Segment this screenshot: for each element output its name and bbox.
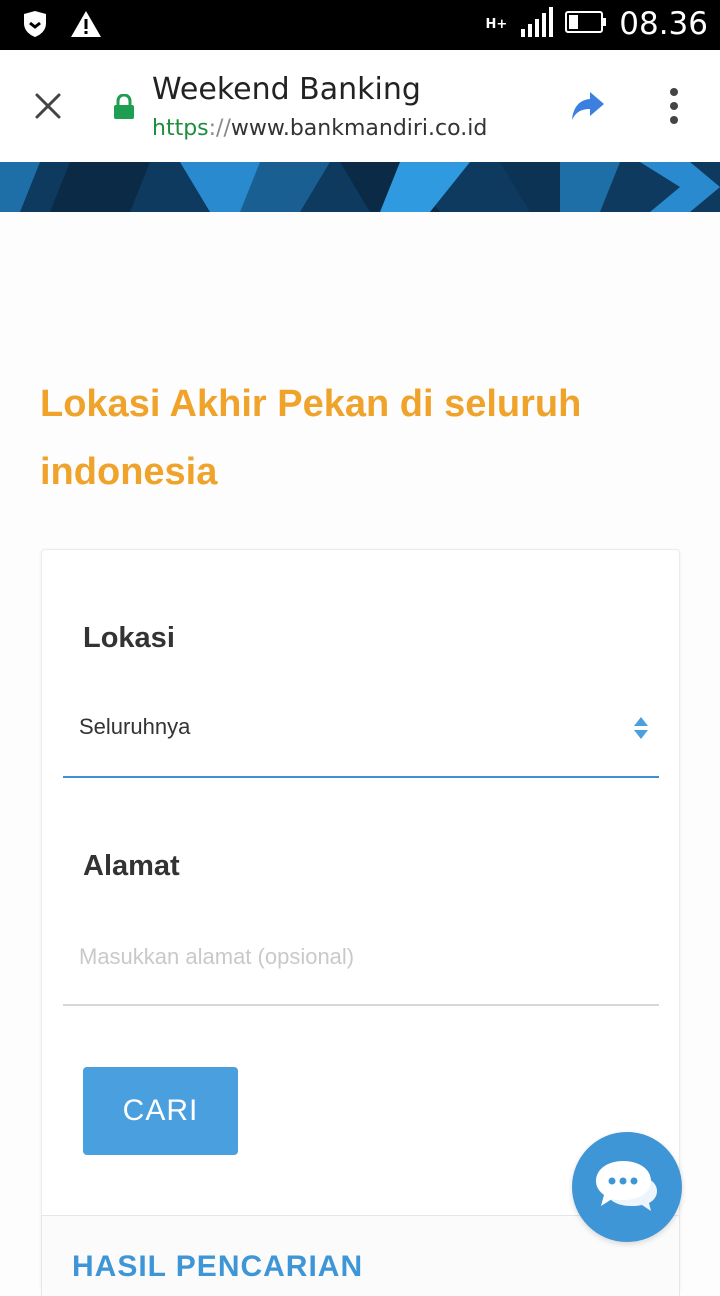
shield-icon (22, 10, 48, 42)
battery-icon (565, 10, 607, 38)
location-select[interactable]: Seluruhnya (63, 690, 659, 778)
url-host: www.bankmandiri.co.id (230, 116, 488, 141)
browser-toolbar: Weekend Banking https://www.bankmandiri.… (0, 50, 720, 163)
status-icons-right: H+ 08.36 (485, 6, 708, 42)
chat-button[interactable] (572, 1132, 682, 1242)
location-select-value: Seluruhnya (79, 714, 191, 739)
share-icon[interactable] (568, 86, 608, 126)
url-separator: :// (208, 116, 231, 141)
network-type: H+ (485, 16, 508, 32)
lock-icon (113, 93, 135, 120)
more-options-icon[interactable] (660, 86, 688, 126)
url-bar[interactable]: https://www.bankmandiri.co.id (152, 116, 487, 141)
section-heading: Lokasi Akhir Pekan di seluruh indonesia (40, 383, 582, 493)
location-label: Lokasi (83, 622, 175, 654)
address-label: Alamat (83, 850, 180, 882)
warning-icon (70, 10, 102, 42)
close-icon[interactable] (28, 86, 68, 126)
page-title: Weekend Banking (152, 72, 421, 107)
url-scheme: https (152, 116, 209, 141)
address-field[interactable] (63, 918, 659, 1006)
signal-icon (519, 7, 554, 41)
hero-banner (0, 162, 720, 212)
status-icons-left (22, 10, 102, 42)
search-button[interactable]: CARI (83, 1067, 238, 1155)
results-title: HASIL PENCARIAN (72, 1250, 364, 1283)
search-results-section: HASIL PENCARIAN (41, 1215, 680, 1296)
select-arrows-icon (633, 716, 649, 740)
address-input[interactable] (77, 940, 641, 974)
clock: 08.36 (619, 6, 708, 42)
status-bar: H+ 08.36 (0, 0, 720, 50)
chat-bubbles-icon (595, 1157, 659, 1217)
